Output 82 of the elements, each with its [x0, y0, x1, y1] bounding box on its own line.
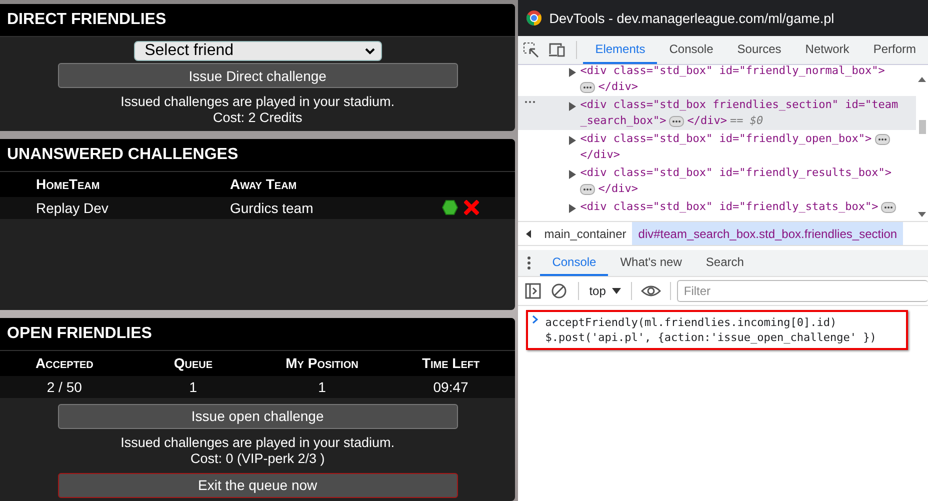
panel-tab[interactable]: Perform — [861, 36, 928, 64]
selected-marker: == $0 — [730, 113, 764, 129]
html-tag: _search_box"> — [580, 113, 666, 129]
drawer-tab[interactable]: Console — [540, 250, 608, 276]
panel-tab[interactable]: Network — [793, 36, 862, 64]
section-title: DIRECT FRIENDLIES — [0, 4, 516, 37]
html-tag: </div> — [598, 181, 638, 197]
dom-node[interactable]: <div class="std_box" id="friendly_open_box"> </div> — [518, 130, 916, 164]
table-cell: 1 — [318, 378, 326, 395]
dom-node[interactable]: <div class="std_box" id="friendly_normal_box"> </div> — [518, 65, 916, 96]
issue-open-challenge-button[interactable]: Issue open challenge — [58, 404, 458, 429]
prompt-chevron-icon — [532, 315, 540, 324]
panel-tab[interactable]: Sources — [725, 36, 794, 64]
scroll-left-icon — [524, 228, 532, 238]
html-tag: <div class="std_box" id="friendly_results_box"> — [580, 165, 892, 181]
chevron-down-icon — [364, 46, 375, 56]
html-tag: </div> — [598, 79, 638, 95]
caret-icon — [612, 288, 621, 294]
html-tag: <div class="std_box friendlies_section" id="team — [580, 97, 898, 113]
breadcrumb[interactable]: div#team_search_box.std_box.friendlies_section — [632, 222, 904, 245]
expand-triangle-icon — [568, 170, 578, 179]
exit-queue-button[interactable]: Exit the queue now — [58, 472, 458, 498]
section-title: OPEN FRIENDLIES — [0, 318, 516, 351]
info-text: Issued challenges are played in your stadium. — [120, 434, 395, 451]
context-select[interactable]: top — [585, 284, 625, 298]
expand-triangle-icon — [568, 68, 578, 77]
drawer-tab[interactable]: Search — [694, 250, 756, 276]
column-header: Queue — [174, 355, 213, 372]
more-options-icon — [527, 256, 532, 270]
inspect-icon[interactable] — [523, 42, 540, 58]
ellipsis-icon[interactable] — [580, 184, 596, 194]
column-header: Accepted — [35, 355, 94, 372]
browser-logo-icon — [526, 10, 542, 26]
table-cell: 09:47 — [433, 378, 468, 395]
ellipsis-icon[interactable] — [669, 116, 684, 126]
dom-node[interactable]: <div class="std_box friendlies_section" id="team _search_box"> </div> == $0 — [518, 96, 916, 130]
issue-direct-challenge-button[interactable]: Issue Direct challenge — [58, 63, 458, 88]
expand-triangle-icon — [568, 102, 578, 111]
table-cell: Gurdics team — [230, 200, 314, 216]
html-tag: </div> — [580, 147, 620, 163]
decline-x-icon[interactable] — [464, 200, 480, 216]
device-toolbar-icon[interactable] — [548, 42, 566, 58]
panel-tab[interactable]: Console — [657, 36, 726, 64]
info-text: Cost: 2 Credits — [212, 110, 302, 126]
html-tag: <div class="std_box" id="friendly_normal_box"> — [580, 65, 885, 79]
html-tag: <div class="std_box" id="friendly_stats_box"> — [580, 199, 878, 215]
code-line: acceptFriendly(ml.friendlies.incoming[0].id) — [545, 315, 838, 330]
expand-triangle-icon — [568, 136, 578, 145]
table-cell: 2 / 50 — [46, 378, 82, 395]
scrollbar-thumb[interactable] — [918, 120, 926, 134]
info-text: Cost: 0 (VIP-perk 2/3 ) — [190, 450, 325, 467]
ellipsis-icon[interactable] — [580, 82, 596, 92]
html-tag: </div> — [687, 113, 728, 129]
dom-node[interactable]: <div class="std_box" id="friendly_stats_box"> — [518, 198, 916, 217]
scroll-up-icon[interactable] — [918, 77, 926, 82]
column-header: My Position — [286, 355, 358, 372]
table-cell: Replay Dev — [36, 200, 108, 216]
drawer-tab[interactable]: What's new — [608, 250, 694, 276]
column-header: Away Team — [230, 176, 297, 192]
clear-icon — [551, 283, 568, 299]
panel-tab[interactable]: Elements — [583, 36, 658, 64]
info-text: Issued challenges are played in your stadium. — [120, 94, 395, 110]
sidebar-icon — [525, 283, 542, 299]
ellipsis-icon — [524, 99, 536, 105]
table-cell: 1 — [189, 378, 198, 395]
html-tag: <div class="std_box" id="friendly_open_box"> — [580, 131, 872, 147]
console-input[interactable]: acceptFriendly(ml.friendlies.incoming[0].id) $.post('api.pl', {action:'issue_open_challenge' }) — [526, 310, 908, 350]
code-line: $.post('api.pl', {action:'issue_open_challenge' }) — [545, 330, 876, 345]
filter-field[interactable]: Filter — [676, 280, 928, 302]
dom-node[interactable]: <div class="std_box" id="friendly_results_box"> </div> — [518, 164, 916, 198]
column-header: HomeTeam — [36, 176, 100, 192]
eye-icon — [640, 283, 661, 299]
scroll-down-icon[interactable] — [918, 212, 926, 217]
accept-hexagon-icon[interactable] — [442, 200, 458, 216]
ellipsis-icon[interactable] — [874, 134, 890, 144]
expand-triangle-icon — [568, 204, 578, 213]
window-title: DevTools - dev.managerleague.com/ml/game.pl — [549, 10, 834, 26]
breadcrumb[interactable]: main_container — [538, 222, 632, 245]
friend-select[interactable]: Select friend — [134, 41, 382, 61]
ellipsis-icon[interactable] — [881, 202, 896, 212]
section-title: UNANSWERED CHALLENGES — [0, 138, 516, 172]
column-header: Time Left — [422, 355, 480, 372]
